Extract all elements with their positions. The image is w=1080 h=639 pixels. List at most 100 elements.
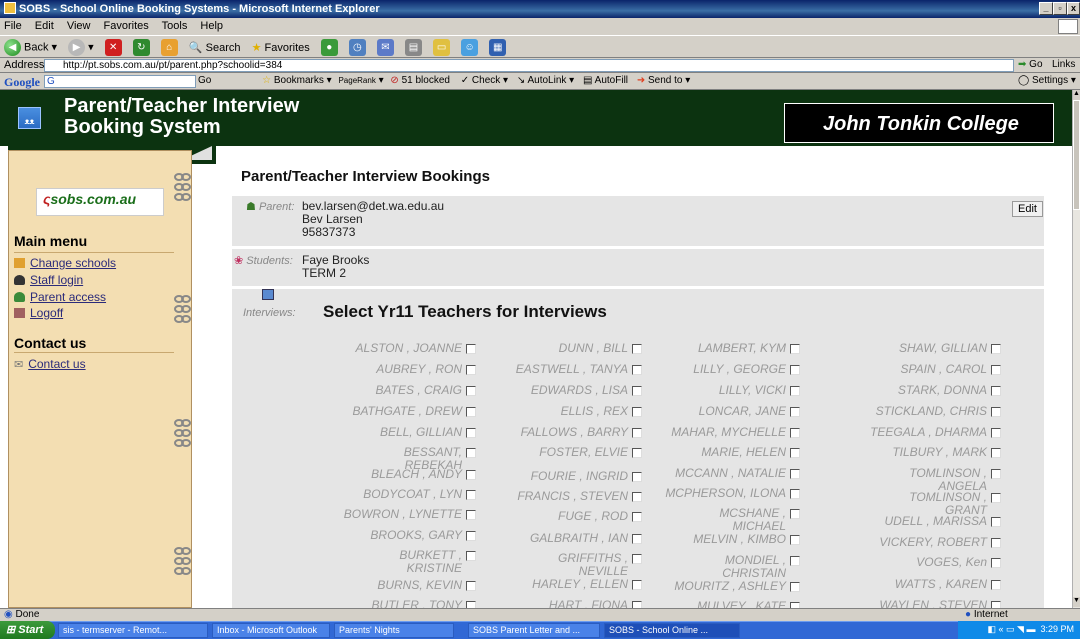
teacher-checkbox[interactable] [790,469,800,479]
google-settings-button[interactable]: ◯ Settings ▾ [1018,75,1076,86]
teacher-checkbox[interactable] [466,531,476,541]
teacher-name-line: BATHGATE , DREW [352,404,462,418]
home-icon[interactable]: ⌂ [160,39,178,56]
teacher-checkbox[interactable] [991,517,1001,527]
messenger-icon[interactable]: ☺ [461,39,479,56]
teacher-checkbox[interactable] [466,365,476,375]
autofill-button[interactable]: ▤ AutoFill [583,75,628,86]
teacher-checkbox[interactable] [790,428,800,438]
teacher-checkbox[interactable] [991,344,1001,354]
spellcheck-button[interactable]: ✓ Check ▾ [461,75,508,86]
teacher-name-line: TILBURY , MARK [892,445,987,459]
minimize-button[interactable]: _ [1039,2,1053,15]
teacher-checkbox[interactable] [991,538,1001,548]
mail-icon[interactable]: ✉ [376,39,394,56]
teacher-name-line: HART , FIONA [548,598,628,609]
task-outlook[interactable]: Inbox - Microsoft Outlook [212,623,330,638]
favorites-button[interactable]: ★ Favorites [252,41,310,54]
links-button[interactable]: Links [1052,59,1075,70]
forward-button[interactable]: ▶ ▾ [68,39,94,56]
teacher-checkbox[interactable] [466,428,476,438]
print-icon[interactable]: ▤ [405,39,423,56]
teacher-checkbox[interactable] [991,469,1001,479]
teacher-checkbox[interactable] [790,344,800,354]
teacher-checkbox[interactable] [790,556,800,566]
menu-edit[interactable]: Edit [35,20,54,32]
menu-view[interactable]: View [67,20,91,32]
teacher-checkbox[interactable] [466,581,476,591]
task-remote-desktop[interactable]: sis - termserver - Remot... [58,623,208,638]
edit-button[interactable]: Edit [1012,201,1043,217]
teacher-checkbox[interactable] [466,551,476,561]
teacher-name-line: TEEGALA , DHARMA [870,425,987,439]
google-search-input[interactable]: G [44,75,196,88]
address-input[interactable]: http://pt.sobs.com.au/pt/parent.php?scho… [44,59,1014,72]
go-button[interactable]: ➡ Go [1018,59,1043,70]
teacher-checkbox[interactable] [466,448,476,458]
media-icon[interactable]: ● [320,39,338,56]
stop-icon[interactable]: ✕ [104,39,122,56]
search-button[interactable]: 🔍 Search [189,41,241,54]
vertical-scrollbar[interactable]: ▲ ▼ [1072,90,1080,608]
sidebar-item-logoff[interactable]: Logoff [14,306,63,320]
menu-file[interactable]: File [4,20,22,32]
teacher-checkbox[interactable] [790,407,800,417]
start-button[interactable]: ⊞ Start [0,621,55,639]
teacher-checkbox[interactable] [790,386,800,396]
teacher-checkbox[interactable] [991,407,1001,417]
back-button[interactable]: ◀ Back ▾ [4,39,57,56]
teacher-checkbox[interactable] [790,365,800,375]
menu-favorites[interactable]: Favorites [104,20,149,32]
sidebar-item-staff-login[interactable]: Staff login [14,273,83,287]
teacher-checkbox[interactable] [790,582,800,592]
sendto-button[interactable]: ➜ Send to ▾ [637,75,690,86]
popup-blocked-count[interactable]: 51 blocked [402,75,450,86]
teacher-checkbox[interactable] [991,558,1001,568]
teacher-checkbox[interactable] [991,493,1001,503]
sidebar-item-change-schools[interactable]: Change schools [14,256,116,270]
teacher-checkbox[interactable] [790,489,800,499]
status-text: Done [15,609,40,620]
maximize-button[interactable]: ▫ [1053,2,1067,15]
teacher-checkbox[interactable] [991,365,1001,375]
teacher-name: LILLY , GEORGE [636,363,786,376]
teacher-checkbox[interactable] [991,386,1001,396]
task-sobs-letter[interactable]: SOBS Parent Letter and ... [468,623,600,638]
refresh-icon[interactable]: ↻ [132,39,150,56]
teacher-checkbox[interactable] [790,509,800,519]
scroll-thumb[interactable] [1073,100,1080,210]
close-button[interactable]: x [1067,2,1080,15]
teacher-checkbox[interactable] [466,344,476,354]
logoff-icon [14,308,25,318]
task-parents-nights[interactable]: Parents' Nights [334,623,454,638]
google-go-button[interactable]: Go [198,75,211,86]
teacher-checkbox[interactable] [466,601,476,608]
teacher-checkbox[interactable] [790,448,800,458]
task-sobs-browser[interactable]: SOBS - School Online ... [604,623,740,638]
sidebar-item-contact-us[interactable]: ✉ Contact us [14,357,86,371]
menu-tools[interactable]: Tools [162,20,188,32]
teacher-checkbox[interactable] [466,490,476,500]
research-icon[interactable]: ▦ [489,39,507,56]
teacher-name-line: HARLEY , ELLEN [532,577,628,591]
teacher-checkbox[interactable] [991,448,1001,458]
teacher-checkbox[interactable] [991,601,1001,608]
teacher-checkbox[interactable] [466,510,476,520]
teacher-name-line: MELVIN , KIMBO [693,532,786,546]
teacher-checkbox[interactable] [991,428,1001,438]
history-icon[interactable]: ◷ [348,39,366,56]
pagerank-button[interactable]: PageRank [338,76,375,85]
teacher-checkbox[interactable] [466,407,476,417]
teacher-checkbox[interactable] [466,386,476,396]
bookmarks-button[interactable]: Bookmarks [274,75,324,86]
teacher-checkbox[interactable] [991,580,1001,590]
menu-help[interactable]: Help [200,20,223,32]
folder-icon[interactable]: ▭ [433,39,451,56]
teacher-checkbox[interactable] [466,470,476,480]
autolink-button[interactable]: ↘ AutoLink ▾ [517,75,574,86]
scroll-up-icon[interactable]: ▲ [1073,90,1080,100]
scroll-down-icon[interactable]: ▼ [1073,597,1080,607]
sidebar-item-parent-access[interactable]: Parent access [14,290,106,304]
teacher-checkbox[interactable] [790,535,800,545]
binder-ring-icon [174,438,202,450]
